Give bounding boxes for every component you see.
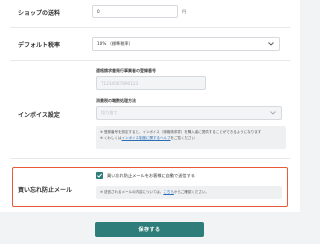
reg-number-label: 適格請求書発行事業者の登録番号: [96, 68, 156, 73]
chevron-down-icon: [270, 111, 276, 115]
reg-number-input[interactable]: T1234567890123: [96, 76, 206, 90]
invoice-help-link[interactable]: インボイス制度に関するヘルプ: [122, 136, 171, 140]
invoice-note-pre: ※ くわしくは: [100, 136, 122, 140]
forgot-buy-note-pre: ※ 送信されるメールの内容については、: [100, 190, 164, 194]
tax-selected: 10% （標準税率）: [97, 41, 133, 46]
check-icon: [97, 173, 103, 178]
divider: [10, 158, 290, 159]
shipping-unit: 円: [182, 9, 186, 14]
shipping-label: ショップの送料: [18, 10, 61, 17]
divider: [10, 27, 290, 28]
forgot-buy-checkbox[interactable]: [96, 172, 103, 179]
forgot-buy-note: ※ 送信されるメールの内容については、こちらからご確認ください。: [96, 186, 282, 199]
divider: [10, 60, 290, 61]
tax-method-label: 消費税の端数処理方法: [96, 98, 136, 103]
invoice-note-line2: ※ くわしくはインボイス制度に関するヘルプをご覧ください: [100, 135, 282, 141]
tax-select[interactable]: 10% （標準税率）: [92, 37, 280, 51]
forgot-buy-checkbox-label[interactable]: 買い忘れ防止メールをお客様に自動で送信する: [107, 173, 195, 179]
tax-method-selected: 切り捨て: [101, 110, 118, 115]
invoice-label: インボイス設定: [18, 112, 60, 119]
forgot-buy-link[interactable]: こちら: [163, 190, 174, 194]
forgot-buy-label: 買い忘れ防止メール: [18, 187, 73, 194]
shipping-value: 0: [97, 9, 100, 14]
chevron-down-icon: [268, 42, 274, 46]
invoice-note-post: をご覧ください: [170, 136, 195, 140]
save-button[interactable]: 保存する: [95, 222, 204, 237]
forgot-buy-note-post: からご確認ください。: [173, 190, 209, 194]
settings-card: ショップの送料 0 円 デフォルト税率 10% （標準税率） インボイス設定 適…: [0, 0, 300, 212]
tax-label: デフォルト税率: [18, 42, 61, 49]
invoice-note: ※ 登録番号を設定すると、インボイス（適格請求書）を購入者に提供することができる…: [96, 126, 286, 149]
reg-number-placeholder: T1234567890123: [101, 80, 139, 86]
tax-method-select[interactable]: 切り捨て: [96, 106, 282, 120]
shipping-input[interactable]: 0: [92, 5, 178, 18]
